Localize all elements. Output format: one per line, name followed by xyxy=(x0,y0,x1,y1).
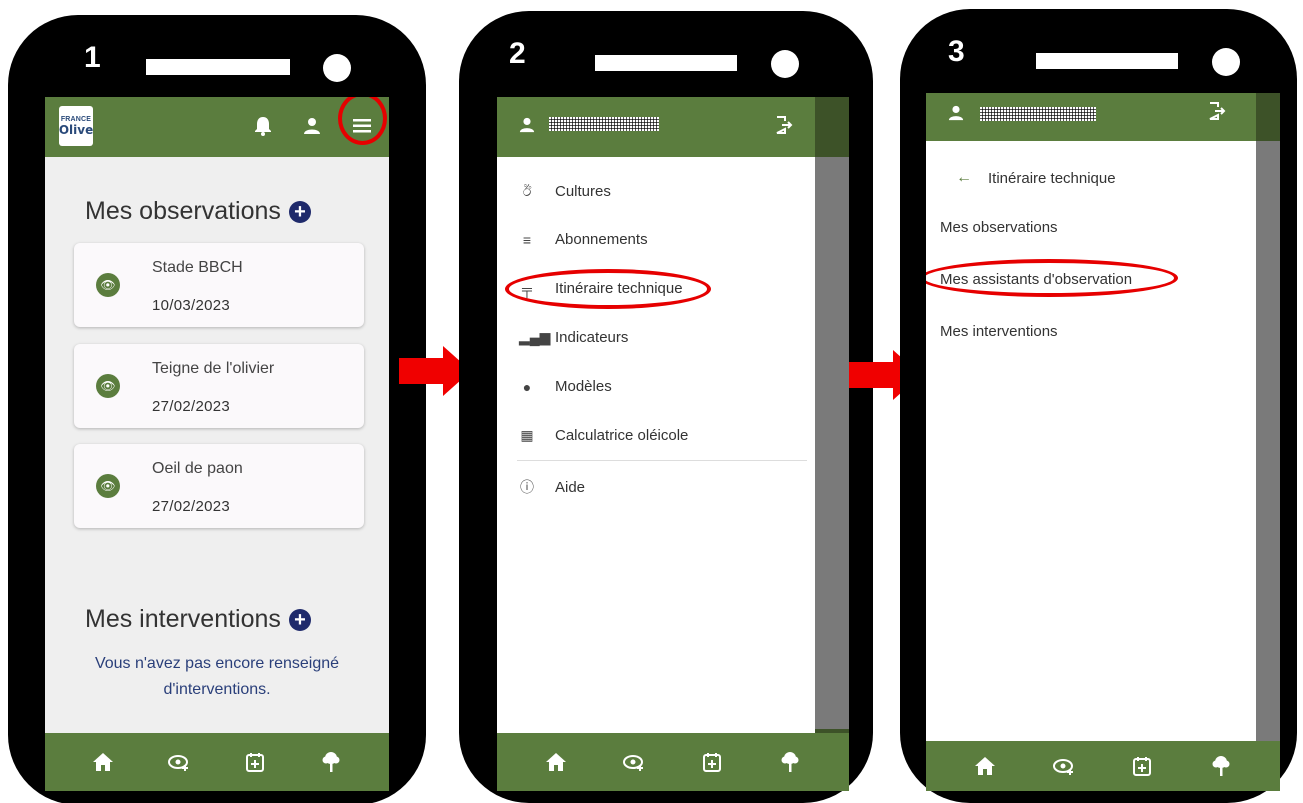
phone-frame-2: 2 ඊ Cultures ≡ Abonnements ╤ Itinéraire tec… xyxy=(459,11,873,803)
observer-icon: 👁 xyxy=(96,273,120,297)
screen-drawer: ඊ Cultures ≡ Abonnements ╤ Itinéraire techn… xyxy=(497,97,849,791)
drawer-header xyxy=(926,93,1256,141)
phone-camera xyxy=(771,50,799,78)
menu-item-calculatrice[interactable]: ▦ Calculatrice oléicole xyxy=(519,427,688,444)
observation-add-icon[interactable] xyxy=(1051,753,1077,779)
logo-text-main: Olive xyxy=(58,122,94,137)
phone-frame-1: 1 FRANCE Olive Mes observations + 👁 Stad… xyxy=(8,15,426,803)
calculator-icon: ▦ xyxy=(520,427,534,443)
observation-card[interactable]: 👁 Teigne de l'olivier 27/02/2023 xyxy=(74,344,364,428)
menu-item-cultures[interactable]: ඊ Cultures xyxy=(519,183,611,200)
observation-card[interactable]: 👁 Stade BBCH 10/03/2023 xyxy=(74,243,364,327)
observations-heading: Mes observations + xyxy=(85,197,311,226)
user-icon[interactable] xyxy=(303,117,321,140)
observer-icon: 👁 xyxy=(96,474,120,498)
home-icon[interactable] xyxy=(543,749,569,775)
highlight-oval-itineraire xyxy=(505,269,711,309)
submenu-item-observations[interactable]: Mes observations xyxy=(940,219,1058,236)
phone-speaker xyxy=(595,55,737,71)
step-number-2: 2 xyxy=(509,37,526,70)
screen-home: FRANCE Olive Mes observations + 👁 Stade B… xyxy=(45,97,389,791)
olive-tree-icon[interactable] xyxy=(1208,753,1234,779)
menu-item-label: Calculatrice oléicole xyxy=(555,427,689,444)
bottom-nav xyxy=(45,733,389,791)
observation-title: Teigne de l'olivier xyxy=(152,360,275,377)
arrow-left-icon: ← xyxy=(956,169,972,186)
dim-appbar xyxy=(1256,93,1280,141)
observation-add-icon[interactable] xyxy=(621,749,647,775)
app-bar: FRANCE Olive xyxy=(45,97,389,157)
models-icon: ● xyxy=(522,378,532,395)
redacted-username xyxy=(549,117,659,131)
empty-message-line: Vous n'avez pas encore renseigné xyxy=(94,655,340,672)
calendar-add-icon[interactable] xyxy=(699,749,725,775)
home-icon[interactable] xyxy=(972,753,998,779)
observation-title: Oeil de paon xyxy=(152,460,243,477)
phone-camera xyxy=(1212,48,1240,76)
interventions-heading-text: Mes interventions xyxy=(85,605,281,633)
logo-text-top: FRANCE xyxy=(60,115,92,123)
calendar-add-icon[interactable] xyxy=(242,749,268,775)
phone-frame-3: 3 ← Itinéraire technique Mes observation… xyxy=(900,9,1297,803)
back-to-itineraire[interactable]: ← Itinéraire technique xyxy=(956,169,1116,187)
menu-item-label: Indicateurs xyxy=(555,329,629,346)
highlight-oval-assistants xyxy=(926,259,1178,297)
step-number-3: 3 xyxy=(948,35,965,68)
bottom-nav xyxy=(497,733,849,791)
add-observation-button[interactable]: + xyxy=(288,201,311,224)
menu-item-aide[interactable]: ⓘ Aide xyxy=(519,477,585,497)
observer-icon: 👁 xyxy=(96,374,120,398)
drawer-header xyxy=(497,97,815,157)
list-check-icon: ≡ xyxy=(522,231,532,248)
tractor-icon: ඊ xyxy=(522,183,532,199)
submenu-item-interventions[interactable]: Mes interventions xyxy=(940,323,1058,340)
observations-heading-text: Mes observations xyxy=(85,197,281,225)
help-icon: ⓘ xyxy=(520,479,534,495)
screen-submenu: ← Itinéraire technique Mes observations … xyxy=(926,93,1280,791)
user-icon xyxy=(948,105,964,126)
observation-card[interactable]: 👁 Oeil de paon 27/02/2023 xyxy=(74,444,364,528)
phone-camera xyxy=(323,54,351,82)
olive-tree-icon[interactable] xyxy=(777,749,803,775)
logout-icon[interactable] xyxy=(775,116,793,139)
menu-item-label: Cultures xyxy=(555,183,611,200)
menu-item-label: Modèles xyxy=(555,378,612,395)
phone-speaker xyxy=(146,59,290,75)
menu-divider xyxy=(517,460,807,461)
olive-tree-icon[interactable] xyxy=(318,749,344,775)
user-icon xyxy=(519,117,535,138)
observation-date: 10/03/2023 xyxy=(152,297,231,314)
interventions-empty-message: Vous n'avez pas encore renseigné d'inter… xyxy=(65,651,369,703)
dim-appbar xyxy=(815,97,849,157)
menu-item-abonnements[interactable]: ≡ Abonnements xyxy=(519,231,648,248)
france-olive-logo[interactable]: FRANCE Olive xyxy=(59,106,93,146)
observation-title: Stade BBCH xyxy=(152,259,243,276)
dim-overlay xyxy=(815,97,849,791)
bottom-nav xyxy=(926,741,1280,791)
add-intervention-button[interactable]: + xyxy=(288,609,311,632)
observation-add-icon[interactable] xyxy=(166,749,192,775)
home-icon[interactable] xyxy=(90,749,116,775)
back-label: Itinéraire technique xyxy=(988,169,1116,187)
menu-item-label: Aide xyxy=(555,478,586,496)
highlight-circle-menu xyxy=(338,97,387,145)
step-number-1: 1 xyxy=(84,41,101,74)
observation-date: 27/02/2023 xyxy=(152,398,231,415)
redacted-username xyxy=(980,107,1096,121)
calendar-add-icon[interactable] xyxy=(1129,753,1155,779)
navigation-drawer: ඊ Cultures ≡ Abonnements ╤ Itinéraire techn… xyxy=(497,97,815,791)
navigation-drawer: ← Itinéraire technique Mes observations … xyxy=(926,93,1256,791)
menu-item-label: Abonnements xyxy=(555,231,648,248)
interventions-heading: Mes interventions + xyxy=(85,605,311,634)
dim-overlay xyxy=(1256,93,1280,791)
empty-message-line: d'interventions. xyxy=(163,681,271,698)
bell-icon[interactable] xyxy=(253,115,273,142)
observation-date: 27/02/2023 xyxy=(152,498,231,515)
menu-item-indicateurs[interactable]: ▂▄▆ Indicateurs xyxy=(519,329,628,346)
phone-speaker xyxy=(1036,53,1178,69)
bar-chart-icon: ▂▄▆ xyxy=(519,329,551,345)
menu-item-modeles[interactable]: ● Modèles xyxy=(519,378,612,395)
logout-icon[interactable] xyxy=(1208,102,1226,125)
